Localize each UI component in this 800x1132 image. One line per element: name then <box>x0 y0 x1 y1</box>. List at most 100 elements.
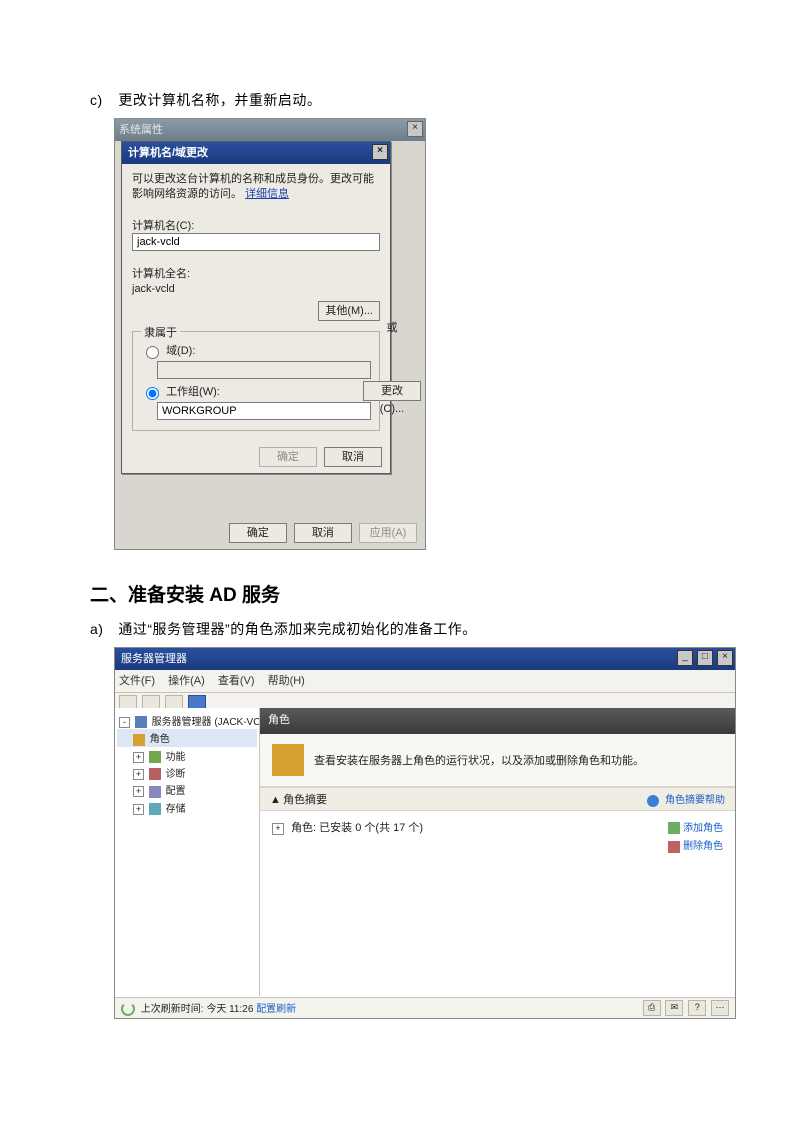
collapse-icon[interactable]: - <box>119 717 130 728</box>
collapse-icon[interactable]: ▲ <box>270 794 280 806</box>
step-c-label: c) <box>90 92 114 108</box>
add-role-link[interactable]: 添加角色 <box>668 819 723 834</box>
expand-icon[interactable]: + <box>133 804 144 815</box>
tree-roles-label: 角色 <box>150 734 170 745</box>
dialog-description: 可以更改这台计算机的名称和成员身份。更改可能影响网络资源的访问。 详细信息 <box>132 172 380 203</box>
tree-features[interactable]: + 功能 <box>117 747 257 764</box>
server-manager-window: 服务器管理器 _ □ × 文件(F) 操作(A) 查看(V) 帮助(H) - <box>114 647 736 1019</box>
or-label: 或 <box>363 319 421 335</box>
step-c-text: 更改计算机名称，并重新启动。 <box>118 92 321 108</box>
refresh-spinner-icon <box>121 1002 135 1016</box>
cancel-button[interactable]: 取消 <box>294 523 352 543</box>
member-of-group: 隶属于 域(D): 工作组(W): <box>132 331 380 431</box>
section-help-link[interactable]: 角色摘要帮助 <box>647 791 725 806</box>
window-titlebar: 服务器管理器 _ □ × <box>115 648 735 670</box>
section-heading-2: 二、准备安装 AD 服务 <box>90 580 710 607</box>
system-properties-dialog: 系统属性 × 计算机名/域更改 × 可以更改这台计算机的名称和成员身份。更改可能… <box>114 118 426 550</box>
outer-titlebar: 系统属性 × <box>115 119 425 141</box>
expand-icon[interactable]: + <box>133 769 144 780</box>
feature-icon <box>149 751 161 763</box>
expand-icon[interactable]: + <box>133 786 144 797</box>
tree-diag[interactable]: + 诊断 <box>117 764 257 781</box>
info-text: 查看安装在服务器上角色的运行状况，以及添加或删除角色和功能。 <box>314 752 644 768</box>
tree-root[interactable]: - 服务器管理器 (JACK-VCLD) <box>117 712 257 729</box>
help-icon <box>647 795 659 807</box>
roles-row: + 角色: 已安装 0 个(共 17 个) 添加角色 删除角色 <box>260 811 735 864</box>
status-prefix: 上次刷新时间: 今天 11:26 <box>141 1004 256 1015</box>
tree-features-label: 功能 <box>166 752 186 763</box>
expand-icon[interactable]: + <box>133 752 144 763</box>
status-btn-3[interactable]: ? <box>688 1000 706 1016</box>
expand-icon[interactable]: + <box>272 823 284 835</box>
workgroup-input[interactable] <box>157 402 371 420</box>
rename-computer-dialog: 计算机名/域更改 × 可以更改这台计算机的名称和成员身份。更改可能影响网络资源的… <box>121 141 391 474</box>
menu-help[interactable]: 帮助(H) <box>268 675 305 687</box>
workgroup-radio-row: 工作组(W): <box>141 383 371 400</box>
remove-role-text: 删除角色 <box>683 841 723 852</box>
diag-icon <box>149 768 161 780</box>
document-page: c) 更改计算机名称，并重新启动。 系统属性 × 计算机名/域更改 × 可以更改… <box>0 0 800 1132</box>
domain-radio[interactable] <box>146 346 159 359</box>
step-a-text: 通过“服务管理器”的角色添加来完成初始化的准备工作。 <box>118 621 476 637</box>
full-name-label: 计算机全名: <box>132 265 380 281</box>
status-right-buttons: ⎙ ✉ ? ⋯ <box>641 1000 729 1016</box>
role-action-links: 添加角色 删除角色 <box>668 819 723 856</box>
inner-titlebar: 计算机名/域更改 × <box>122 142 390 164</box>
section-title-text: 角色摘要 <box>283 794 327 806</box>
status-btn-4[interactable]: ⋯ <box>711 1000 729 1016</box>
tree-pane: - 服务器管理器 (JACK-VCLD) 角色 + 功能 + 诊断 <box>115 708 260 996</box>
tree-config-label: 配置 <box>166 786 186 797</box>
cancel-button[interactable]: 取消 <box>324 447 382 467</box>
outer-right-controls: 或 更改(C)... <box>363 319 421 401</box>
workgroup-radio-label: 工作组(W): <box>166 386 220 398</box>
add-role-text: 添加角色 <box>683 823 723 834</box>
roles-count-text: 角色: 已安装 0 个(共 17 个) <box>291 822 423 834</box>
dialog-body: 可以更改这台计算机的名称和成员身份。更改可能影响网络资源的访问。 详细信息 计算… <box>122 164 390 441</box>
menu-file[interactable]: 文件(F) <box>119 675 155 687</box>
close-icon[interactable]: × <box>717 650 733 666</box>
ok-button[interactable]: 确定 <box>259 447 317 467</box>
step-a-label: a) <box>90 621 114 637</box>
minimize-icon[interactable]: _ <box>677 650 693 666</box>
member-of-legend: 隶属于 <box>141 324 180 340</box>
window-buttons: _ □ × <box>676 650 733 666</box>
maximize-icon[interactable]: □ <box>697 650 713 666</box>
domain-input[interactable] <box>157 361 371 379</box>
menu-action[interactable]: 操作(A) <box>168 675 205 687</box>
info-bar: 查看安装在服务器上角色的运行状况，以及添加或删除角色和功能。 <box>260 734 735 787</box>
remove-role-link[interactable]: 删除角色 <box>668 837 723 852</box>
apply-button[interactable]: 应用(A) <box>359 523 417 543</box>
tree-storage[interactable]: + 存储 <box>117 799 257 816</box>
status-btn-2[interactable]: ✉ <box>665 1000 683 1016</box>
domain-radio-label: 域(D): <box>166 345 195 357</box>
computer-name-input[interactable] <box>132 233 380 251</box>
main-header: 角色 <box>260 708 735 734</box>
inner-dialog-footer: 确定 取消 <box>122 441 390 473</box>
domain-radio-row: 域(D): <box>141 342 371 359</box>
status-btn-1[interactable]: ⎙ <box>643 1000 661 1016</box>
window-body: - 服务器管理器 (JACK-VCLD) 角色 + 功能 + 诊断 <box>115 708 735 996</box>
computer-name-label: 计算机名(C): <box>132 217 380 233</box>
change-button[interactable]: 更改(C)... <box>363 381 421 401</box>
tree-roles[interactable]: 角色 <box>117 729 257 746</box>
tree-storage-label: 存储 <box>166 804 186 815</box>
full-name-value: jack-vcld <box>132 283 380 295</box>
tree-root-label: 服务器管理器 (JACK-VCLD) <box>152 717 260 728</box>
menu-view[interactable]: 查看(V) <box>218 675 255 687</box>
close-icon[interactable]: × <box>372 144 388 160</box>
status-bar: 上次刷新时间: 今天 11:26 配置刷新 ⎙ ✉ ? ⋯ <box>115 997 735 1018</box>
close-icon[interactable]: × <box>407 121 423 137</box>
main-pane: 角色 查看安装在服务器上角色的运行状况，以及添加或删除角色和功能。 ▲ 角色摘要… <box>260 708 735 996</box>
tree-config[interactable]: + 配置 <box>117 781 257 798</box>
outer-dialog-footer: 确定 取消 应用(A) <box>115 523 425 543</box>
details-link[interactable]: 详细信息 <box>245 188 289 200</box>
more-button[interactable]: 其他(M)... <box>318 301 380 321</box>
step-c-line: c) 更改计算机名称，并重新启动。 <box>90 90 710 110</box>
config-refresh-link[interactable]: 配置刷新 <box>256 1004 296 1015</box>
ok-button[interactable]: 确定 <box>229 523 287 543</box>
window-title-text: 服务器管理器 <box>121 653 187 665</box>
workgroup-radio[interactable] <box>146 387 159 400</box>
server-icon <box>135 716 147 728</box>
add-icon <box>668 822 680 834</box>
role-icon <box>133 734 145 746</box>
